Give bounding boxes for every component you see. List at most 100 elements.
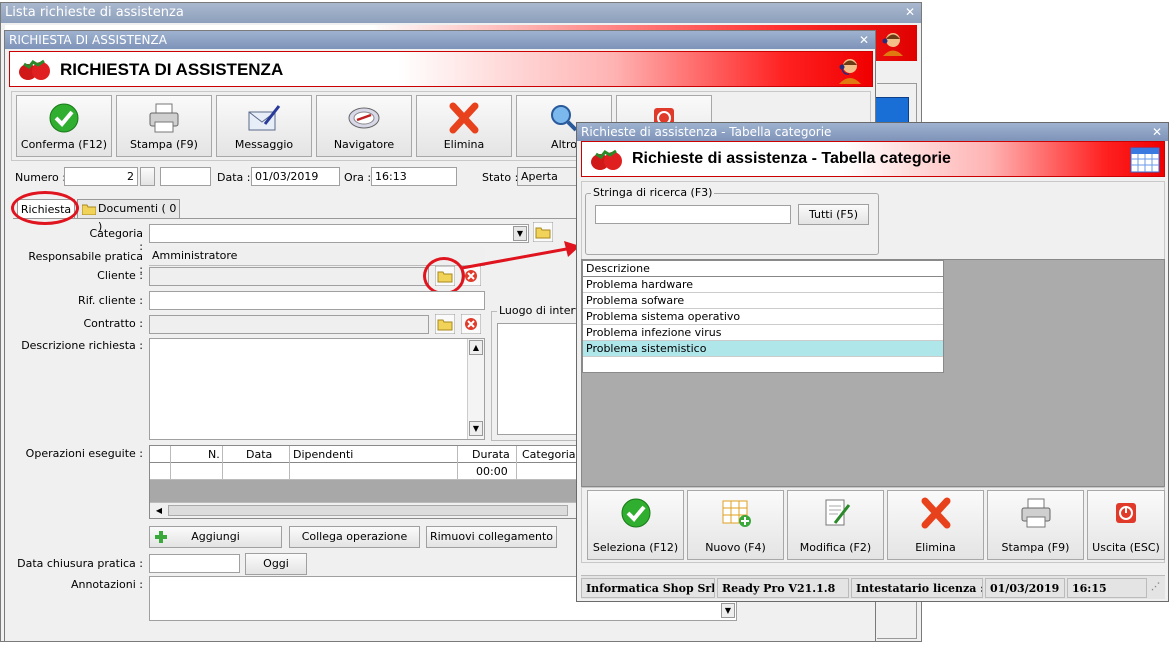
new-label: Nuovo (F4)	[705, 541, 766, 554]
list-header[interactable]: Descrizione	[583, 261, 943, 277]
close-icon[interactable]: ✕	[859, 31, 869, 49]
check-icon	[621, 498, 650, 528]
ops-hscrollbar[interactable]: ◀	[150, 502, 578, 518]
list-item-label: Problema infezione virus	[586, 326, 722, 339]
all-button[interactable]: Tutti (F5)	[798, 204, 869, 225]
link-operation-button[interactable]: Collega operazione	[289, 526, 420, 548]
list-item-label: Problema hardware	[586, 278, 694, 291]
operations-label: Operazioni eseguite :	[25, 447, 143, 460]
operations-table: N. Data Dipendenti Durata Categoria 00:0…	[149, 445, 579, 519]
ops-col-employees[interactable]: Dipendenti	[293, 448, 353, 461]
contract-label: Contratto :	[83, 317, 143, 330]
ops-col-n[interactable]: N.	[208, 448, 220, 461]
annotation-circle-folder	[423, 257, 465, 295]
list-item-selected[interactable]: Problema sistemistico	[583, 341, 943, 357]
add-operation-button[interactable]: Aggiungi	[149, 526, 282, 548]
navigator-button[interactable]: Navigatore	[316, 95, 412, 157]
list-item[interactable]: Problema hardware	[583, 277, 943, 293]
support-avatar-icon	[839, 59, 861, 84]
close-icon[interactable]: ✕	[1152, 123, 1162, 141]
message-button[interactable]: Messaggio	[216, 95, 312, 157]
state-label: Stato :	[482, 171, 519, 184]
calendar-table-icon	[1130, 147, 1160, 173]
ops-col-duration[interactable]: Durata	[472, 448, 510, 461]
time-field[interactable]: 16:13	[371, 167, 457, 186]
printer-icon	[149, 103, 179, 133]
ops-col-lines	[516, 446, 517, 480]
table-row[interactable]	[150, 463, 578, 480]
today-button[interactable]: Oggi	[245, 553, 307, 575]
dialog-print-button[interactable]: Stampa (F9)	[987, 490, 1084, 560]
support-avatar-icon	[879, 29, 907, 57]
new-button[interactable]: Nuovo (F4)	[687, 490, 784, 560]
delete-button[interactable]: Elimina	[416, 95, 512, 157]
list-item[interactable]: Problema sofware	[583, 293, 943, 309]
add-operation-label: Aggiungi	[191, 530, 240, 543]
request-titlebar[interactable]: RICHIESTA DI ASSISTENZA ✕	[5, 31, 875, 49]
dialog-delete-button[interactable]: Elimina	[887, 490, 984, 560]
contract-field[interactable]	[149, 315, 429, 334]
description-textarea[interactable]	[149, 338, 485, 440]
chevron-down-icon[interactable]: ▼	[469, 421, 483, 436]
edit-button[interactable]: Modifica (F2)	[787, 490, 884, 560]
description-scrollbar[interactable]: ▲ ▼	[467, 339, 484, 439]
status-time: 16:15	[1067, 578, 1147, 598]
dialog-titlebar[interactable]: Richieste di assistenza - Tabella catego…	[577, 123, 1168, 141]
ops-col-category[interactable]: Categoria	[522, 448, 576, 461]
search-input[interactable]	[595, 205, 791, 224]
list-item-label: Problema sistema operativo	[586, 310, 741, 323]
list-item[interactable]: Problema infezione virus	[583, 325, 943, 341]
print-label: Stampa (F9)	[130, 138, 198, 151]
chevron-down-icon[interactable]: ▼	[721, 603, 735, 618]
clear-icon[interactable]	[461, 314, 481, 334]
number-field[interactable]: 2	[64, 167, 138, 186]
ops-col-lines	[457, 446, 458, 480]
chevron-left-icon[interactable]: ◀	[152, 504, 166, 517]
delete-x-icon	[449, 102, 479, 134]
tab-documenti[interactable]: Documenti ( 0 )	[77, 199, 180, 233]
resize-grip-icon[interactable]: ⋰	[1151, 582, 1163, 594]
list-item[interactable]: Problema sistema operativo	[583, 309, 943, 325]
delete-label: Elimina	[443, 138, 485, 151]
close-date-field[interactable]	[149, 554, 240, 573]
link-operation-label: Collega operazione	[301, 530, 408, 543]
request-list-titlebar[interactable]: Lista richieste di assistenza ✕	[1, 3, 921, 23]
status-date: 01/03/2019	[985, 578, 1065, 598]
edit-document-icon	[825, 499, 850, 526]
time-label: Ora :	[344, 171, 372, 184]
scroll-thumb[interactable]	[168, 505, 568, 516]
power-icon	[1116, 503, 1136, 523]
message-label: Messaggio	[234, 138, 294, 151]
plus-icon	[155, 531, 167, 543]
dialog-banner-title: Richieste di assistenza - Tabella catego…	[632, 150, 951, 167]
select-button[interactable]: Seleziona (F12)	[587, 490, 684, 560]
description-label: Descrizione richiesta :	[21, 339, 143, 352]
ops-col-data[interactable]: Data	[246, 448, 272, 461]
notes-label: Annotazioni :	[70, 578, 143, 591]
annotation-arrow	[461, 241, 580, 270]
number-stepper[interactable]	[140, 167, 155, 186]
request-title: RICHIESTA DI ASSISTENZA	[9, 33, 167, 47]
chevron-up-icon[interactable]: ▲	[469, 340, 483, 355]
close-date-label: Data chiusura pratica :	[17, 557, 143, 570]
ops-col-lines	[289, 446, 290, 480]
dialog-exit-button[interactable]: Uscita (ESC)	[1087, 490, 1165, 560]
unlink-operation-button[interactable]: Rimuovi collegamento	[426, 526, 557, 548]
number-label: Numero :	[15, 171, 66, 184]
dialog-delete-label: Elimina	[915, 541, 956, 554]
place-textarea[interactable]	[497, 323, 583, 435]
number-suffix-field[interactable]	[160, 167, 211, 186]
status-company: Informatica Shop Srl	[581, 578, 715, 598]
confirm-button[interactable]: Conferma (F12)	[16, 95, 112, 157]
folder-icon[interactable]	[435, 314, 455, 334]
request-list-title: Lista richieste di assistenza	[5, 5, 184, 20]
message-pen-icon	[248, 105, 281, 131]
date-field[interactable]: 01/03/2019	[251, 167, 340, 186]
delete-x-icon	[921, 497, 950, 529]
print-button[interactable]: Stampa (F9)	[116, 95, 212, 157]
close-icon[interactable]: ✕	[905, 3, 915, 21]
client-field[interactable]	[149, 267, 429, 286]
list-header-label: Descrizione	[586, 262, 650, 275]
client-ref-field[interactable]	[149, 291, 485, 310]
client-label: Cliente :	[97, 269, 143, 282]
